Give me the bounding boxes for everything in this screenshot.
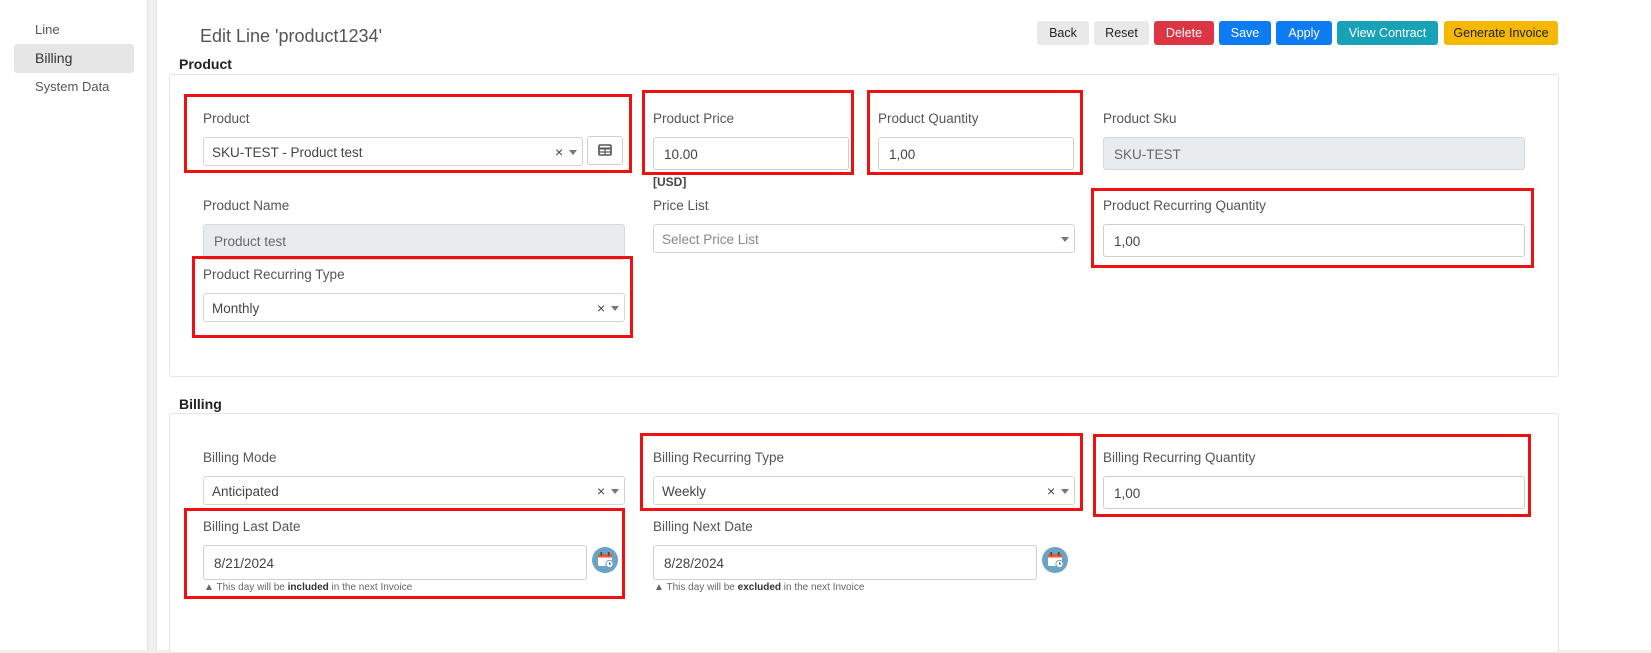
billing-mode-select[interactable]: Anticipated ×: [203, 476, 625, 505]
product-recurring-type-select[interactable]: Monthly ×: [203, 293, 625, 322]
generate-invoice-button[interactable]: Generate Invoice: [1444, 21, 1558, 45]
page-title: Edit Line 'product1234': [200, 26, 383, 46]
billing-recurring-type-label: Billing Recurring Type: [653, 450, 785, 465]
view-contract-button[interactable]: View Contract: [1337, 21, 1438, 45]
product-name-label: Product Name: [203, 198, 290, 213]
sidebar-item-system-data[interactable]: System Data: [14, 72, 134, 101]
sidebar-item-label: Billing: [35, 50, 73, 66]
chevron-down-icon: [611, 489, 619, 494]
product-price-label: Product Price: [653, 111, 735, 126]
chevron-down-icon: [569, 150, 577, 155]
product-select-value: SKU-TEST - Product test: [212, 145, 363, 160]
billing-next-date-label: Billing Next Date: [653, 519, 753, 534]
sidebar-item-billing[interactable]: Billing: [14, 44, 134, 73]
save-button[interactable]: Save: [1219, 21, 1271, 45]
billing-last-date-hint: ▲ This day will be included in the next …: [204, 582, 413, 593]
billing-last-date-label: Billing Last Date: [203, 519, 301, 534]
main-panel: Edit Line 'product1234' Back Reset Delet…: [156, 0, 1651, 653]
product-recurring-type-value: Monthly: [212, 301, 260, 316]
billing-recurring-quantity-label: Billing Recurring Quantity: [1103, 450, 1256, 465]
sidebar-item-label: Line: [35, 22, 60, 37]
price-list-placeholder: Select Price List: [662, 232, 759, 247]
product-recurring-quantity-label: Product Recurring Quantity: [1103, 198, 1266, 213]
currency-label: [USD]: [653, 175, 687, 189]
billing-last-date-input[interactable]: 8/21/2024: [203, 545, 587, 580]
clear-x-icon[interactable]: ×: [597, 477, 605, 506]
billing-recurring-type-value: Weekly: [662, 484, 707, 499]
calendar-icon: [598, 552, 614, 569]
sidebar: Line Billing System Data: [0, 0, 148, 650]
billing-recurring-quantity-input[interactable]: 1,00: [1103, 476, 1525, 509]
billing-mode-label: Billing Mode: [203, 450, 277, 465]
price-list-select[interactable]: Select Price List: [653, 224, 1075, 253]
billing-next-date-hint: ▲ This day will be excluded in the next …: [654, 582, 865, 593]
billing-recurring-type-select[interactable]: Weekly ×: [653, 476, 1075, 505]
calendar-button[interactable]: [1042, 547, 1068, 573]
chevron-down-icon: [1061, 237, 1069, 242]
delete-button[interactable]: Delete: [1154, 21, 1214, 45]
table-icon: [598, 144, 612, 156]
product-quantity-label: Product Quantity: [878, 111, 979, 126]
calendar-button[interactable]: [592, 547, 618, 573]
billing-next-date-input[interactable]: 8/28/2024: [653, 545, 1037, 580]
back-button[interactable]: Back: [1037, 21, 1089, 45]
product-sku-field: SKU-TEST: [1103, 137, 1525, 170]
billing-mode-value: Anticipated: [212, 484, 279, 499]
product-quantity-input[interactable]: 1,00: [878, 137, 1074, 170]
product-label: Product: [203, 111, 250, 126]
billing-section-title: Billing: [179, 396, 222, 412]
chevron-down-icon: [1061, 489, 1069, 494]
clear-x-icon[interactable]: ×: [597, 294, 605, 323]
product-sku-label: Product Sku: [1103, 111, 1177, 126]
product-table-button[interactable]: [587, 136, 623, 165]
reset-button[interactable]: Reset: [1094, 21, 1149, 45]
product-section-title: Product: [179, 56, 232, 72]
product-name-field: Product test: [203, 224, 625, 260]
sidebar-item-line[interactable]: Line: [14, 15, 134, 44]
price-list-label: Price List: [653, 198, 709, 213]
product-select[interactable]: SKU-TEST - Product test ×: [203, 137, 583, 166]
apply-button[interactable]: Apply: [1276, 21, 1332, 45]
product-recurring-quantity-input[interactable]: 1,00: [1103, 224, 1525, 257]
clear-x-icon[interactable]: ×: [1047, 477, 1055, 506]
clear-x-icon[interactable]: ×: [555, 138, 563, 167]
product-price-input[interactable]: 10.00: [653, 137, 849, 170]
sidebar-item-label: System Data: [35, 79, 110, 94]
calendar-icon: [1048, 552, 1064, 569]
billing-card: [169, 413, 1559, 653]
product-recurring-type-label: Product Recurring Type: [203, 267, 345, 282]
chevron-down-icon: [611, 306, 619, 311]
